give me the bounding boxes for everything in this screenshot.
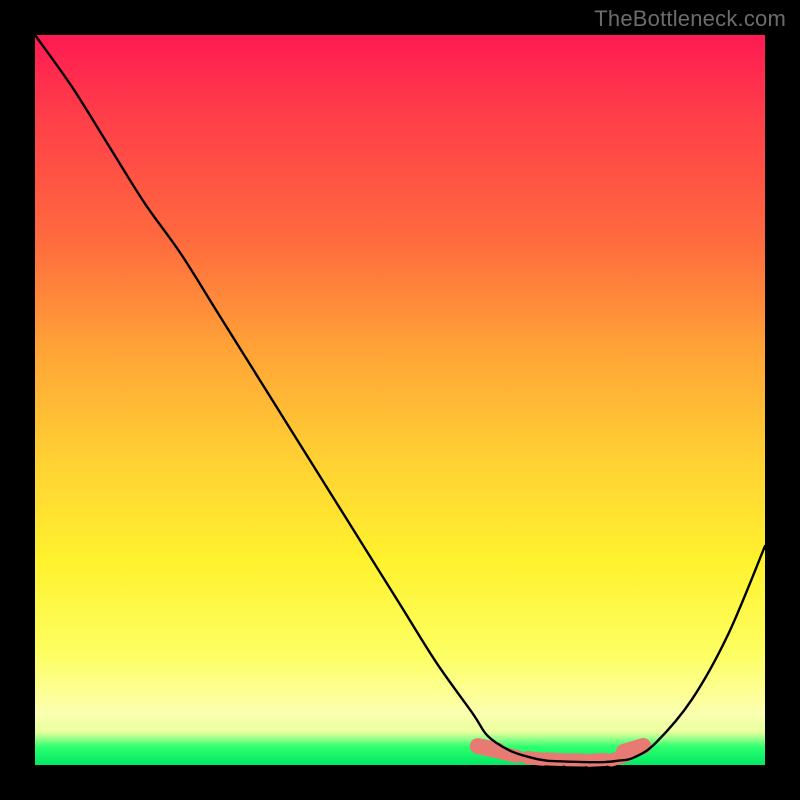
plot-area xyxy=(35,35,765,765)
bottleneck-curve xyxy=(35,35,765,762)
chart-svg xyxy=(35,35,765,765)
optimal-marker xyxy=(624,746,643,752)
optimal-zone-markers xyxy=(478,746,643,760)
optimal-marker xyxy=(589,759,605,760)
optimal-marker xyxy=(545,759,561,760)
watermark-text: TheBottleneck.com xyxy=(594,6,786,32)
optimal-marker xyxy=(478,746,498,750)
chart-frame: TheBottleneck.com xyxy=(0,0,800,800)
